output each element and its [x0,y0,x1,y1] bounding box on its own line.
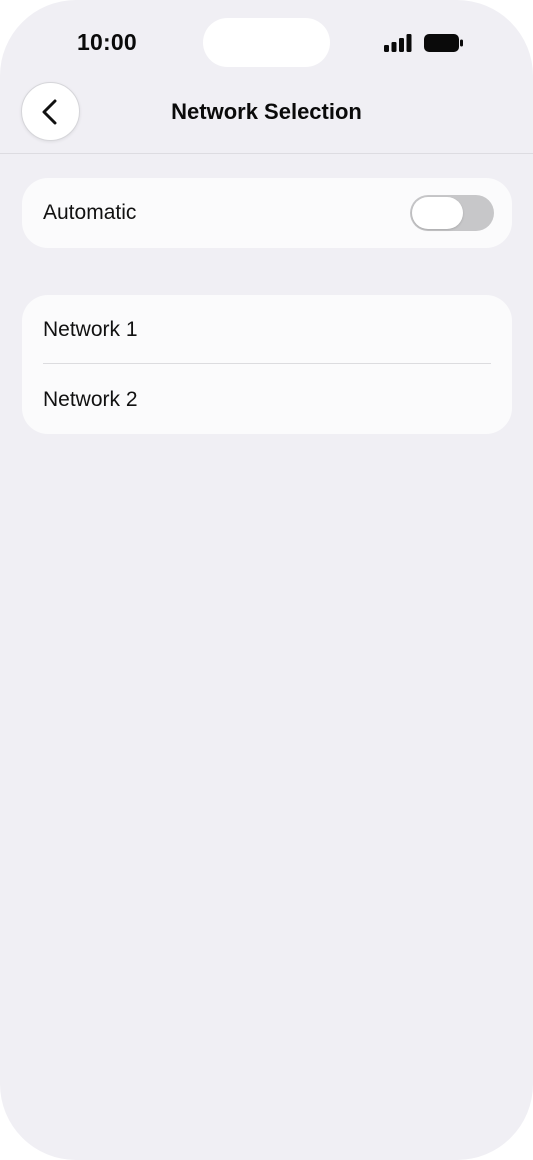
network-label: Network 1 [43,318,138,341]
network-item-2[interactable]: Network 2 [22,365,512,434]
navigation-bar: Network Selection [0,78,533,154]
page-title: Network Selection [171,99,362,124]
network-item-1[interactable]: Network 1 [22,295,512,364]
divider [43,363,491,364]
phone-screen: 10:00 Network Selection Automatic Networ… [0,0,533,1160]
dynamic-island [203,18,330,67]
automatic-label: Automatic [43,201,137,224]
network-label: Network 2 [43,388,138,411]
automatic-card: Automatic [22,178,512,248]
toggle-knob [412,197,463,229]
automatic-toggle[interactable] [410,195,494,231]
network-list: Network 1 Network 2 [22,295,512,434]
cellular-signal-icon [384,34,414,52]
status-time: 10:00 [77,29,137,55]
battery-full-icon [424,33,464,53]
status-bar: 10:00 [0,0,533,80]
